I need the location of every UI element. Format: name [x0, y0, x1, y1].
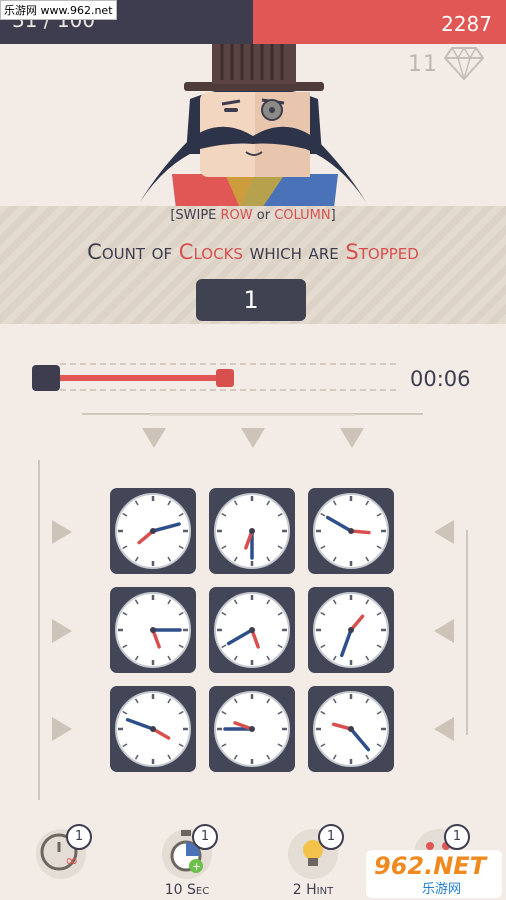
slider-start-handle: [32, 365, 60, 391]
logo-text: 962.NET: [374, 852, 487, 880]
clock-face: [214, 592, 290, 668]
clock-face: [214, 691, 290, 767]
swipe-column-3-arrow[interactable]: [340, 426, 364, 448]
clock-tile[interactable]: [308, 686, 394, 772]
clock-tile[interactable]: [110, 686, 196, 772]
timer-knob: [216, 369, 234, 387]
clock-face: [115, 493, 191, 569]
swipe-row-2-left-arrow[interactable]: [50, 619, 72, 643]
side-rail: [466, 530, 468, 735]
powerup-count-badge: 1: [444, 824, 470, 850]
clock-face: [115, 691, 191, 767]
clock-face: [313, 592, 389, 668]
logo-subtext: 乐游网: [422, 882, 462, 897]
swipe-hint: [SWIPE ROW or COLUMN]: [170, 208, 336, 223]
clock-face: [313, 493, 389, 569]
svg-text:∞: ∞: [65, 851, 78, 870]
diamond-icon: [444, 46, 484, 80]
timer-track: [50, 375, 230, 381]
swipe-column-1-arrow[interactable]: [142, 426, 166, 448]
side-rail: [38, 460, 40, 800]
swipe-row-1-left-arrow[interactable]: [50, 520, 72, 544]
clock-tile[interactable]: [110, 587, 196, 673]
swipe-column-2-arrow[interactable]: [241, 426, 265, 448]
svg-text:+: +: [192, 860, 201, 873]
clock-tile[interactable]: [308, 587, 394, 673]
clock-tile[interactable]: [209, 488, 295, 574]
powerup-count-badge: 1: [318, 824, 344, 850]
site-logo: 962.NET 乐游网: [366, 850, 502, 898]
clock-face: [115, 592, 191, 668]
clock-tile[interactable]: [209, 686, 295, 772]
clock-tile[interactable]: [308, 488, 394, 574]
question-text: Count of Clocks which are Stopped: [87, 240, 419, 264]
powerup-count-badge: 1: [192, 824, 218, 850]
clock-face: [214, 493, 290, 569]
clock-grid[interactable]: [110, 488, 396, 774]
powerup-hint[interactable]: 1 2 Hint: [286, 824, 344, 900]
clock-face: [313, 691, 389, 767]
powerup-add-time[interactable]: + 1 10 Sec: [160, 824, 218, 900]
gem-count: 11: [408, 52, 438, 77]
powerup-count-badge: 1: [66, 824, 92, 850]
swipe-row-1-right-arrow[interactable]: [434, 520, 456, 544]
divider: [150, 414, 355, 416]
timer-readout: 00:06: [410, 367, 471, 391]
swipe-row-2-right-arrow[interactable]: [434, 619, 456, 643]
timer-slider: [32, 363, 400, 391]
powerup-label: 2 Hint: [292, 882, 334, 898]
powerup-label: 10 Sec: [164, 882, 210, 898]
powerup-infinite-time[interactable]: ∞ 1: [34, 824, 92, 900]
score: 2287: [441, 12, 492, 36]
clock-tile[interactable]: [209, 587, 295, 673]
watermark: 乐游网 www.962.net: [0, 0, 117, 20]
swipe-row-3-left-arrow[interactable]: [50, 717, 72, 741]
swipe-row-3-right-arrow[interactable]: [434, 717, 456, 741]
answer-display[interactable]: 1: [196, 279, 306, 321]
clock-tile[interactable]: [110, 488, 196, 574]
